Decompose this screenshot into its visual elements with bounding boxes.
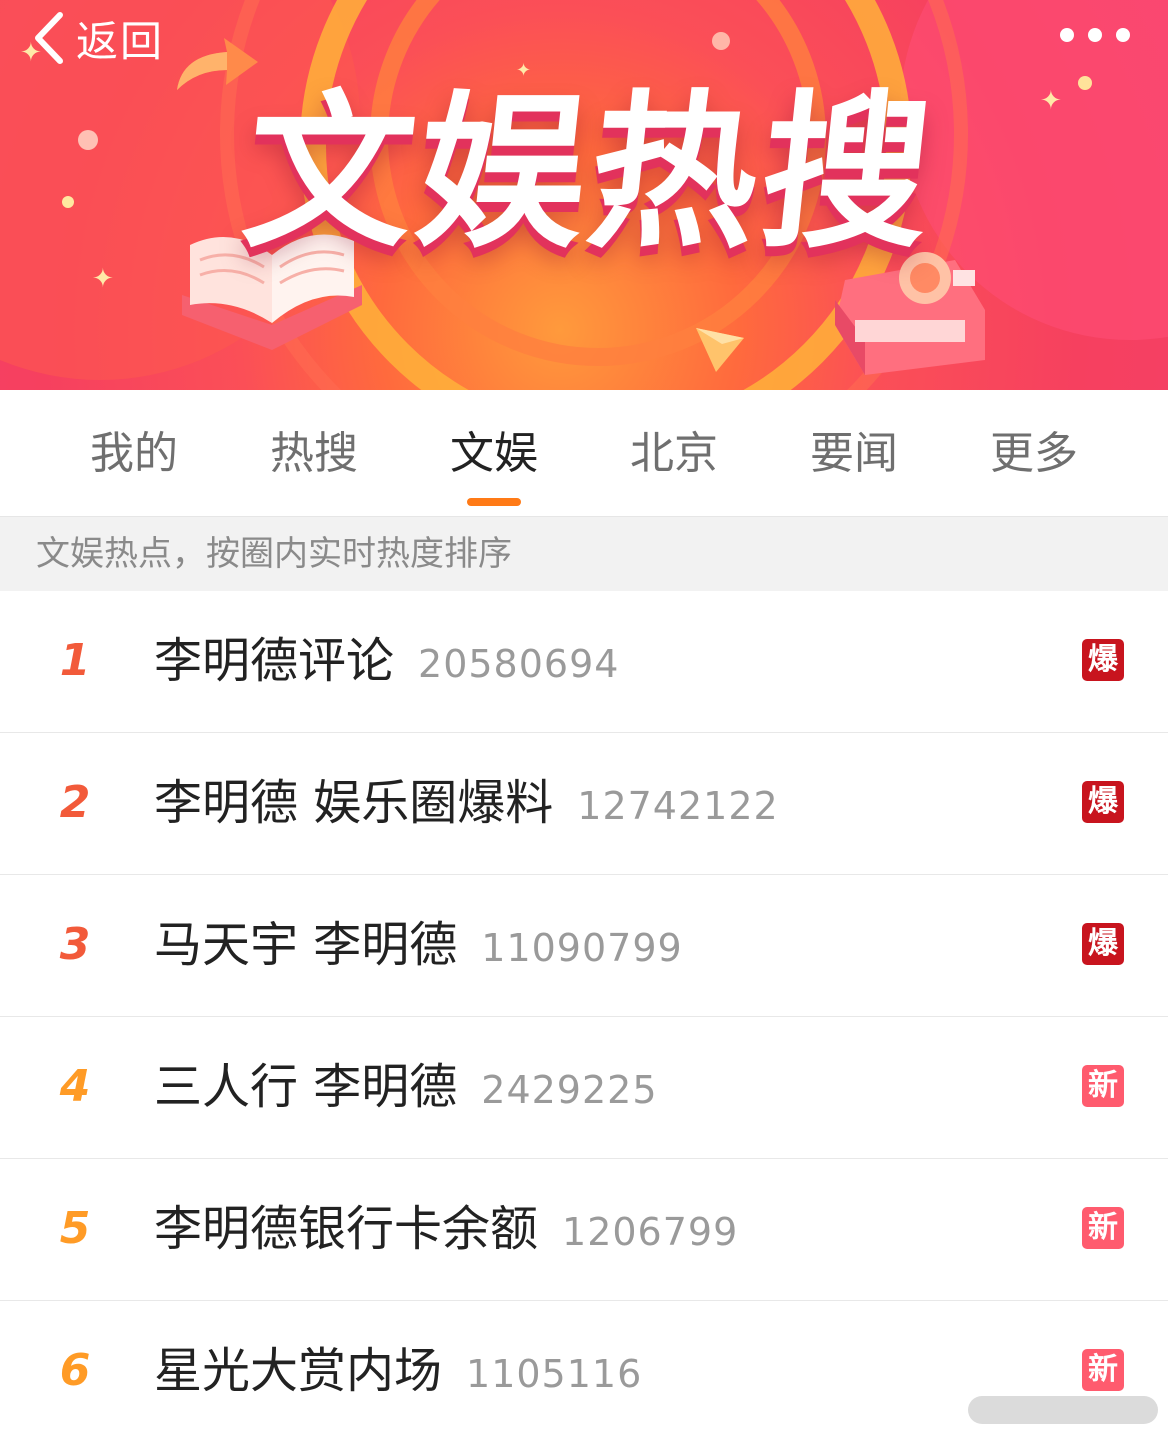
hot-search-list: 1 李明德评论 20580694 爆 2 李明德 娱乐圈爆料 12742122 爆 … [0, 591, 1168, 1442]
item-count: 1206799 [562, 1210, 739, 1254]
item-title-wrap: 李明德银行卡余额 1206799 [154, 1199, 738, 1262]
item-title: 李明德银行卡余额 [154, 1201, 539, 1257]
item-title: 马天宇 李明德 [154, 917, 458, 973]
item-title: 李明德评论 [154, 633, 395, 689]
sparkle-icon: ✦ [20, 38, 42, 68]
list-item[interactable]: 1 李明德评论 20580694 爆 [0, 591, 1168, 733]
info-bar: 文娱热点，按圈内实时热度排序 [0, 517, 1168, 591]
rank-number: 3 [59, 919, 91, 970]
rank-number: 2 [59, 777, 91, 828]
item-title-wrap: 马天宇 李明德 11090799 [154, 915, 683, 978]
rank-number: 4 [59, 1061, 91, 1112]
hot-badge: 爆 [1082, 781, 1124, 823]
gem-decoration-icon [696, 328, 744, 372]
banner: 返回 ✦ ✦ ✦ ✦ 文娱热搜 [0, 0, 1168, 390]
list-item[interactable]: 2 李明德 娱乐圈爆料 12742122 爆 [0, 733, 1168, 875]
tab-entertainment[interactable]: 文娱 [404, 426, 584, 482]
item-title: 三人行 李明德 [154, 1059, 458, 1115]
dot-decoration [62, 196, 74, 208]
hot-badge: 爆 [1082, 639, 1124, 681]
item-count: 12742122 [577, 784, 779, 828]
tab-beijing[interactable]: 北京 [584, 426, 764, 482]
list-item[interactable]: 4 三人行 李明德 2429225 新 [0, 1017, 1168, 1159]
list-item[interactable]: 5 李明德银行卡余额 1206799 新 [0, 1159, 1168, 1301]
rank-number: 5 [59, 1203, 91, 1254]
item-title-wrap: 李明德 娱乐圈爆料 12742122 [154, 773, 779, 836]
tab-mine[interactable]: 我的 [44, 426, 224, 482]
item-title-wrap: 李明德评论 20580694 [154, 631, 619, 694]
rank-number: 1 [59, 635, 91, 686]
item-count: 11090799 [481, 926, 683, 970]
more-dot-icon [1088, 28, 1102, 42]
item-title-wrap: 三人行 李明德 2429225 [154, 1057, 658, 1120]
item-title: 李明德 娱乐圈爆料 [154, 775, 554, 831]
more-dot-icon [1060, 28, 1074, 42]
banner-title: 文娱热搜 [235, 75, 945, 271]
new-badge: 新 [1082, 1349, 1124, 1391]
sparkle-icon: ✦ [92, 264, 114, 294]
back-button[interactable]: 返回 [30, 8, 164, 68]
new-badge: 新 [1082, 1207, 1124, 1249]
tab-more[interactable]: 更多 [944, 426, 1124, 482]
more-dot-icon [1116, 28, 1130, 42]
rank-number: 6 [59, 1345, 91, 1396]
hot-badge: 爆 [1082, 923, 1124, 965]
item-title-wrap: 星光大赏内场 1105116 [154, 1341, 642, 1404]
item-title: 星光大赏内场 [154, 1343, 443, 1399]
dot-decoration [78, 130, 98, 150]
item-count: 1105116 [466, 1352, 643, 1396]
tab-bar: 我的 热搜 文娱 北京 要闻 更多 [0, 390, 1168, 517]
tab-news[interactable]: 要闻 [764, 426, 944, 482]
item-count: 20580694 [418, 642, 620, 686]
more-menu-button[interactable] [1060, 20, 1130, 50]
tab-hot-search[interactable]: 热搜 [224, 426, 404, 482]
back-label: 返回 [76, 16, 165, 66]
dot-decoration [1078, 76, 1092, 90]
home-indicator [968, 1396, 1158, 1424]
sparkle-icon: ✦ [1040, 86, 1062, 116]
active-tab-indicator [467, 498, 521, 506]
list-item[interactable]: 3 马天宇 李明德 11090799 爆 [0, 875, 1168, 1017]
item-count: 2429225 [481, 1068, 658, 1112]
new-badge: 新 [1082, 1065, 1124, 1107]
dot-decoration [712, 32, 730, 50]
